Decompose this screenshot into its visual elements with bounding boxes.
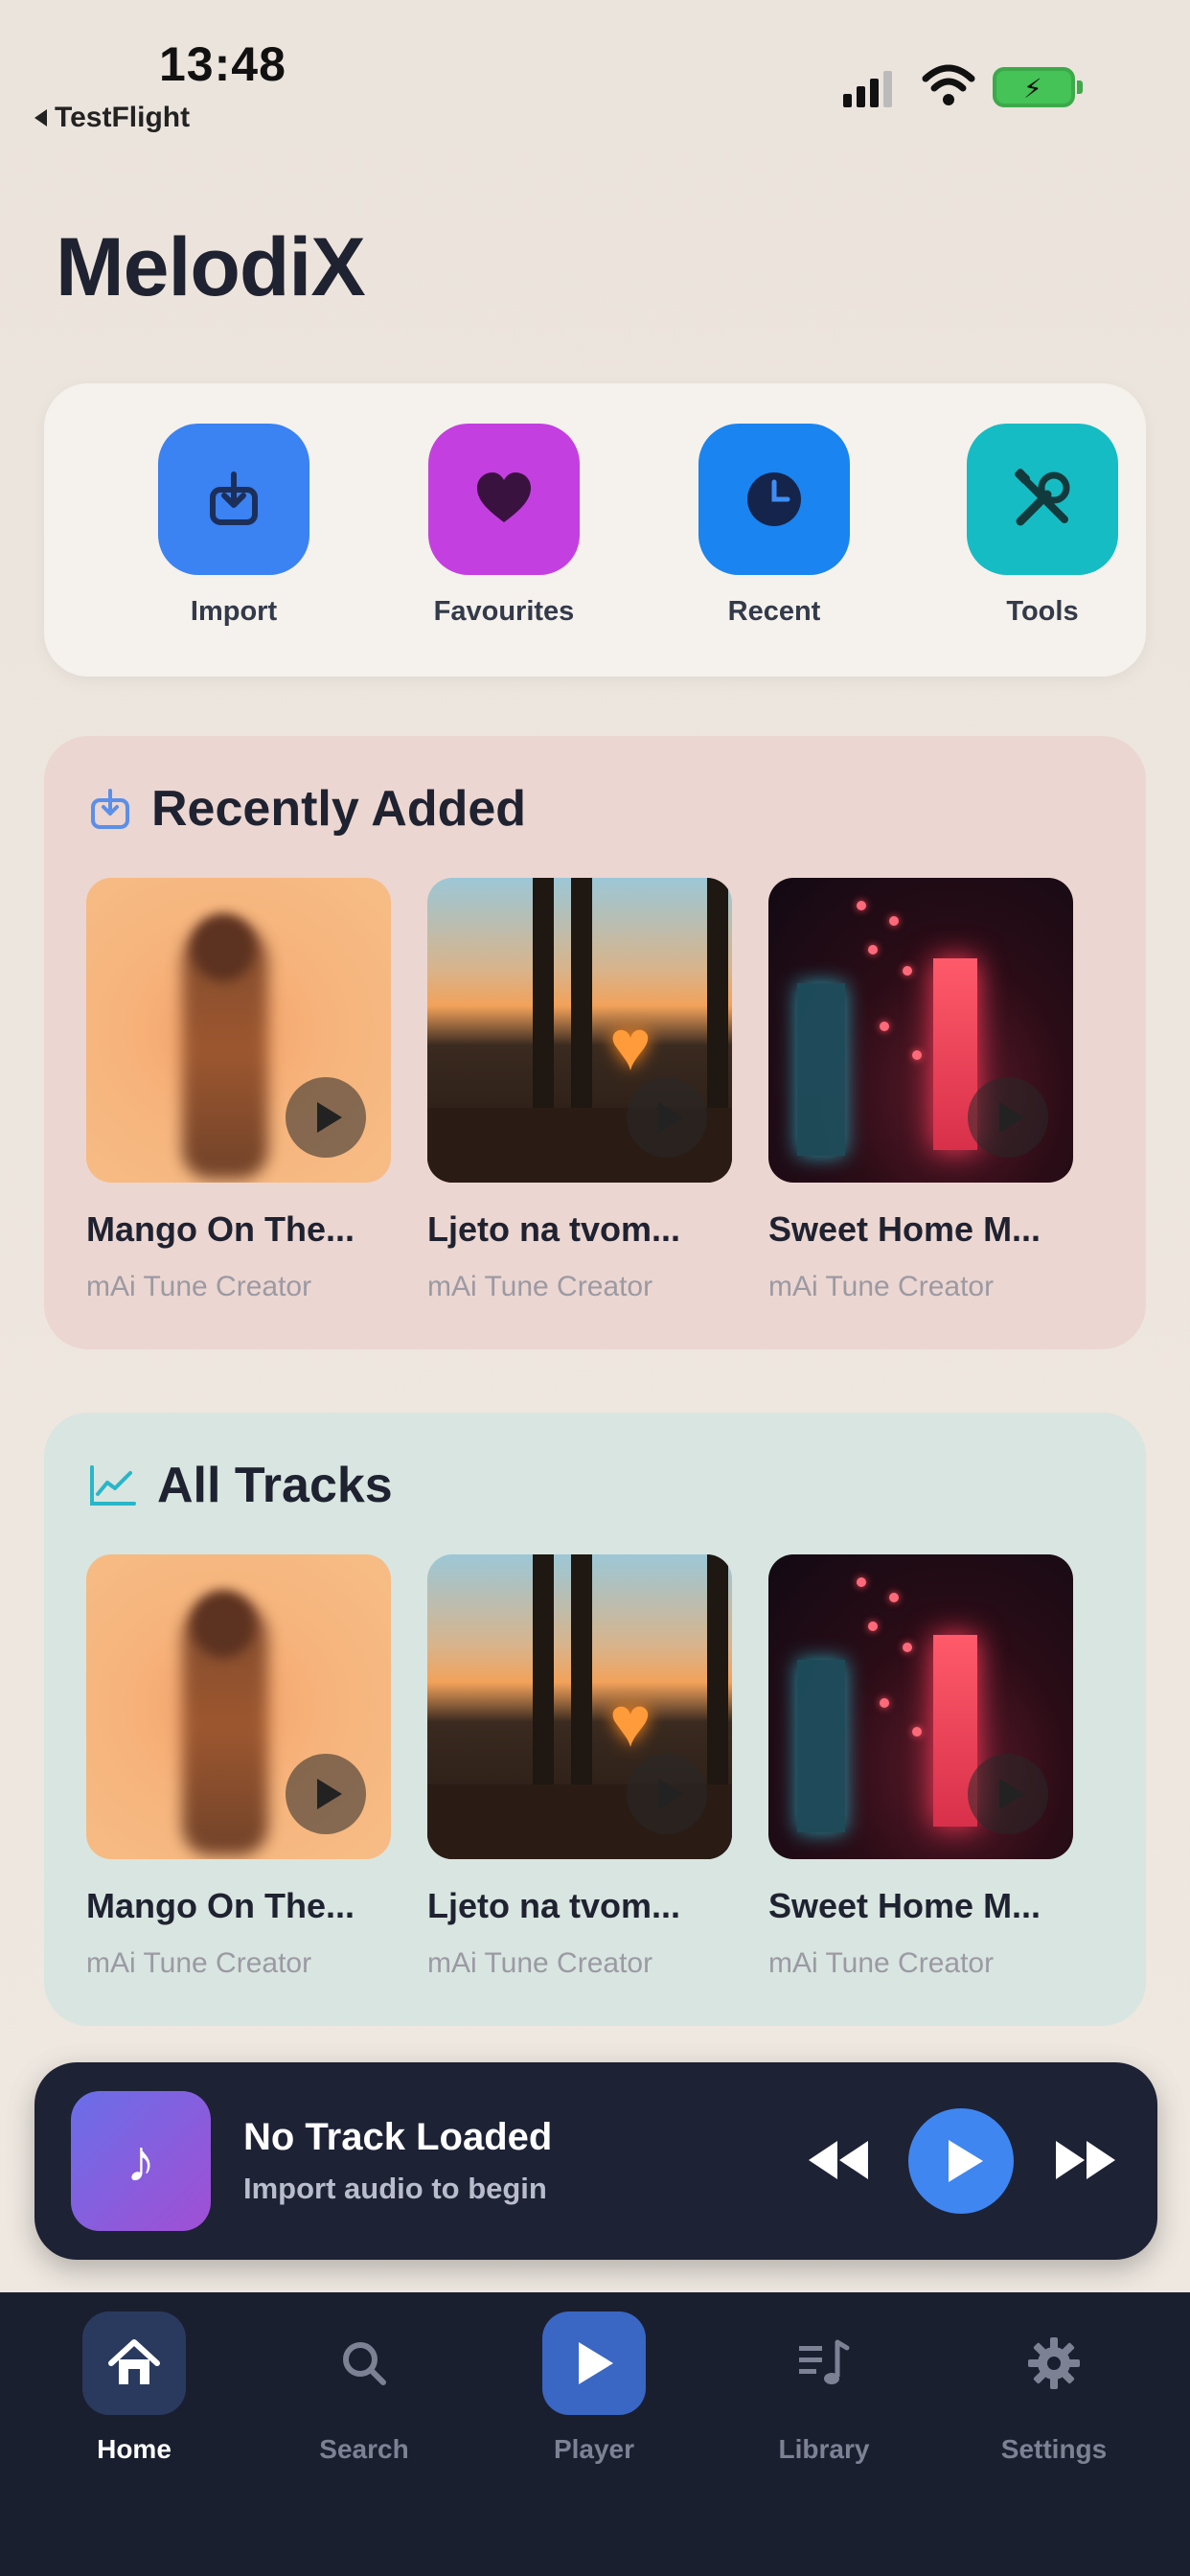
music-note-icon: ♪ [71,2091,211,2231]
section-header: All Tracks [88,1457,393,1514]
heart-icon [477,472,531,522]
track-card[interactable]: Sweet Home M... mAi Tune Creator [768,878,1073,1303]
track-artist: mAi Tune Creator [427,1947,653,1979]
page-title: MelodiX [56,221,366,313]
play-icon[interactable] [286,1077,366,1158]
track-artist: mAi Tune Creator [86,1947,312,1979]
import-icon [91,789,129,829]
back-app-label: TestFlight [55,102,191,133]
battery-charging-icon: ⚡ [993,67,1083,107]
tools-icon [1015,469,1070,526]
section-title: Recently Added [151,781,527,837]
track-artist: mAi Tune Creator [768,1271,995,1302]
status-bar: 13:48 TestFlight ⚡ [0,0,1190,153]
tab-search[interactable]: Search [268,2312,460,2465]
home-icon[interactable] [82,2312,186,2415]
album-art[interactable]: ♥ [427,1554,732,1859]
all-tracks-section: All Tracks Mango On The... mAi Tune Crea… [44,1413,1146,2026]
recent-tile[interactable] [698,424,850,575]
import-icon [210,472,258,525]
quick-actions-card: Import Favourites Recent Tools [44,383,1146,677]
tab-label: Home [97,2434,172,2464]
back-to-app-link[interactable]: TestFlight [34,102,190,134]
quick-action-tools[interactable]: Tools [947,424,1138,628]
tab-bar: Home Search Player Library Settings [0,2292,1190,2576]
track-artist: mAi Tune Creator [86,1271,312,1302]
neon-heart-icon: ♥ [609,1005,652,1085]
track-card[interactable]: Mango On The... mAi Tune Creator [86,878,391,1303]
import-tile[interactable] [158,424,309,575]
play-button[interactable] [908,2108,1014,2214]
track-title: Ljeto na tvom... [427,1886,681,1925]
clock-icon [747,472,801,526]
tab-label: Settings [1000,2434,1108,2464]
now-playing-subtitle: Import audio to begin [243,2172,547,2205]
track-title: Mango On The... [86,1209,355,1249]
track-title: Sweet Home M... [768,1209,1041,1249]
cellular-signal-icon [843,67,892,107]
fast-forward-icon[interactable] [1052,2131,1121,2189]
play-icon[interactable] [627,1077,707,1158]
back-arrow-icon [34,109,47,126]
track-carousel[interactable]: Mango On The... mAi Tune Creator ♥ Ljeto… [86,878,1073,1303]
track-title: Mango On The... [86,1886,355,1925]
tab-player[interactable]: Player [498,2312,690,2465]
tab-library[interactable]: Library [728,2312,920,2465]
track-carousel[interactable]: Mango On The... mAi Tune Creator ♥ Ljeto… [86,1554,1073,1980]
play-icon[interactable] [542,2312,646,2415]
quick-action-label: Recent [727,596,821,627]
tools-tile[interactable] [967,424,1118,575]
library-icon[interactable] [772,2312,876,2415]
album-art[interactable] [768,878,1073,1183]
neon-heart-icon: ♥ [609,1682,652,1761]
quick-action-import[interactable]: Import [138,424,330,628]
album-art[interactable]: ♥ [427,878,732,1183]
play-icon[interactable] [968,1077,1048,1158]
now-playing-title: No Track Loaded [243,2116,553,2158]
play-icon[interactable] [286,1754,366,1834]
tab-label: Library [778,2434,870,2464]
track-card[interactable]: Mango On The... mAi Tune Creator [86,1554,391,1980]
search-icon[interactable] [312,2312,416,2415]
quick-action-favourites[interactable]: Favourites [408,424,600,628]
track-artist: mAi Tune Creator [427,1271,653,1302]
tab-home[interactable]: Home [38,2312,230,2465]
chart-icon [90,1465,136,1506]
section-header: Recently Added [88,780,526,838]
track-card[interactable]: ♥ Ljeto na tvom... mAi Tune Creator [427,878,732,1303]
quick-action-recent[interactable]: Recent [678,424,870,628]
album-art[interactable] [86,1554,391,1859]
quick-action-label: Tools [1006,596,1079,627]
quick-action-label: Favourites [433,596,575,627]
play-icon[interactable] [627,1754,707,1834]
track-artist: mAi Tune Creator [768,1947,995,1979]
tab-label: Player [553,2434,635,2464]
mini-player[interactable]: ♪ No Track Loaded Import audio to begin [34,2062,1157,2260]
album-art[interactable] [86,878,391,1183]
track-card[interactable]: ♥ Ljeto na tvom... mAi Tune Creator [427,1554,732,1980]
wifi-icon [922,64,975,105]
status-time: 13:48 [159,37,286,91]
gear-icon[interactable] [1002,2312,1106,2415]
track-title: Sweet Home M... [768,1886,1041,1925]
tab-settings[interactable]: Settings [958,2312,1150,2465]
tab-label: Search [319,2434,409,2464]
track-title: Ljeto na tvom... [427,1209,681,1249]
track-card[interactable]: Sweet Home M... mAi Tune Creator [768,1554,1073,1980]
favourites-tile[interactable] [428,424,580,575]
play-icon[interactable] [968,1754,1048,1834]
recently-added-section: Recently Added Mango On The... mAi Tune … [44,736,1146,1349]
album-art[interactable] [768,1554,1073,1859]
section-title: All Tracks [157,1458,393,1513]
quick-action-label: Import [190,596,278,627]
rewind-icon[interactable] [803,2131,872,2189]
